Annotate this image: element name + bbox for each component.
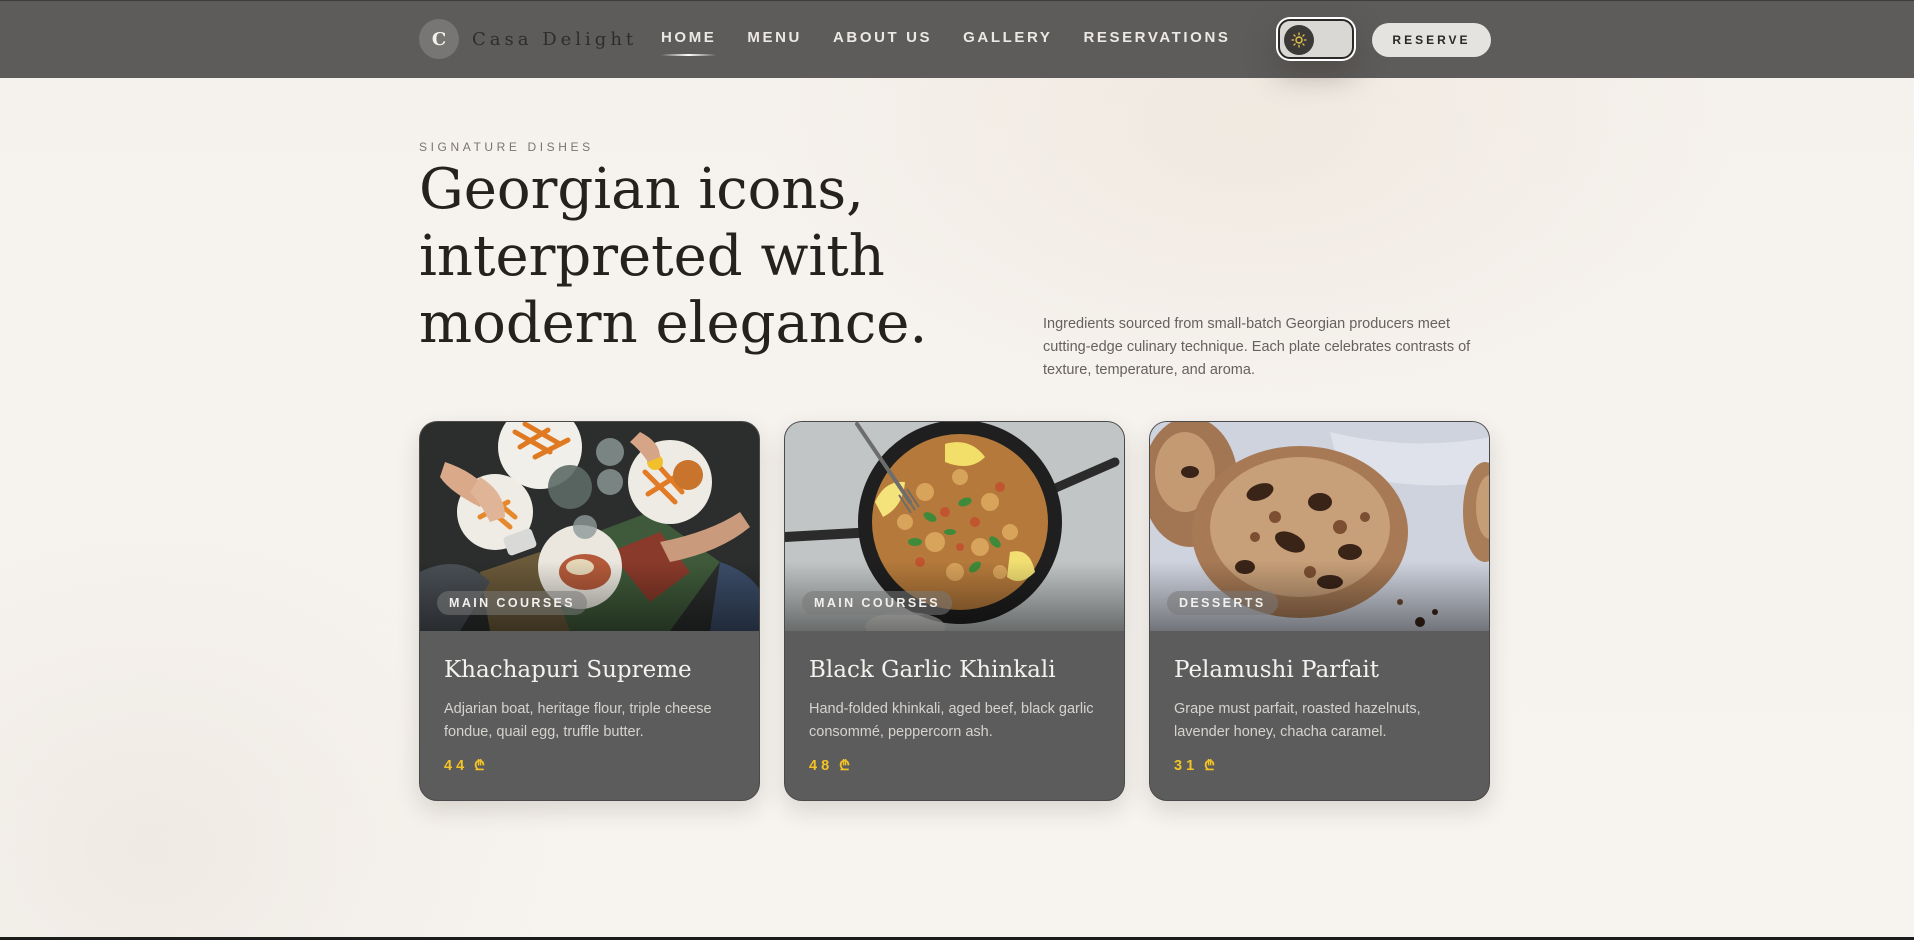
card-body: Pelamushi Parfait Grape must parfait, ro… [1150,631,1489,775]
sun-icon [1291,32,1307,48]
dish-price: 31 ₾ [1174,756,1465,775]
brand-name: Casa Delight [472,28,638,50]
dish-card[interactable]: MAIN COURSES Black Garlic Khinkali Hand-… [784,421,1125,801]
dish-description: Grape must parfait, roasted hazelnuts, l… [1174,701,1421,740]
dish-card[interactable]: MAIN COURSES Khachapuri Supreme Adjarian… [419,421,760,801]
section-eyebrow: SIGNATURE DISHES [419,140,594,154]
dish-description: Adjarian boat, heritage flour, triple ch… [444,701,712,740]
price-value: 31 [1174,757,1199,774]
nav-link-reservations[interactable]: RESERVATIONS [1083,29,1230,46]
logo-mark: C [419,19,459,59]
price-value: 44 [444,757,469,774]
reserve-button[interactable]: RESERVE [1372,23,1491,57]
dish-title: Khachapuri Supreme [444,657,692,683]
headline-line-1: Georgian icons, [419,157,864,222]
navbar-inner: C Casa Delight HOME MENU ABOUT US GALLER… [419,1,1491,79]
dish-title: Black Garlic Khinkali [809,657,1056,683]
headline-line-3: modern elegance. [419,291,928,356]
currency-symbol: ₾ [1204,757,1215,773]
category-tag: MAIN COURSES [802,591,953,615]
top-navbar: C Casa Delight HOME MENU ABOUT US GALLER… [0,0,1914,78]
category-tag: DESSERTS [1167,591,1278,615]
theme-toggle[interactable] [1276,17,1356,61]
category-tag: MAIN COURSES [437,591,588,615]
nav-link-gallery[interactable]: GALLERY [963,29,1052,46]
main-nav: HOME MENU ABOUT US GALLERY RESERVATIONS [661,29,1262,56]
price-value: 48 [809,757,834,774]
headline-line-2: interpreted with [419,224,885,289]
dish-image: DESSERTS [1150,422,1489,631]
dish-image: MAIN COURSES [420,422,759,631]
card-body: Khachapuri Supreme Adjarian boat, herita… [420,631,759,775]
dish-title: Pelamushi Parfait [1174,657,1380,683]
currency-symbol: ₾ [839,757,850,773]
dish-description: Hand-folded khinkali, aged beef, black g… [809,701,1094,740]
nav-link-about-us[interactable]: ABOUT US [833,29,932,46]
card-body: Black Garlic Khinkali Hand-folded khinka… [785,631,1124,775]
hero-intro: Ingredients sourced from small-batch Geo… [1043,316,1471,378]
theme-toggle-knob [1284,25,1314,55]
dish-price: 48 ₾ [809,756,1100,775]
currency-symbol: ₾ [474,757,485,773]
nav-link-home[interactable]: HOME [661,29,717,56]
theme-toggle-track [1278,19,1354,59]
dish-card[interactable]: DESSERTS Pelamushi Parfait Grape must pa… [1149,421,1490,801]
dish-image: MAIN COURSES [785,422,1124,631]
dish-price: 44 ₾ [444,756,735,775]
hero-headline: Georgian icons, interpreted with modern … [419,156,1019,357]
nav-link-menu[interactable]: MENU [747,29,802,46]
brand-logo[interactable]: C Casa Delight [419,19,637,59]
